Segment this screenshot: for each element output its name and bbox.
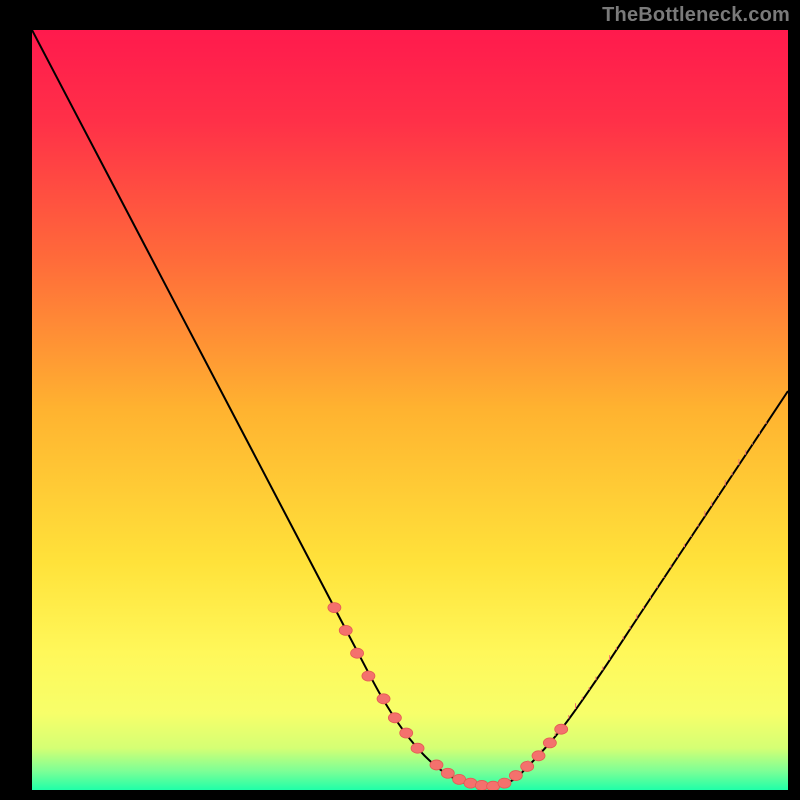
marker-point <box>430 760 443 770</box>
watermark-text: TheBottleneck.com <box>602 4 790 27</box>
marker-point <box>400 728 413 738</box>
plot-area <box>32 30 788 790</box>
marker-point <box>521 761 534 771</box>
marker-point <box>509 771 522 781</box>
bottleneck-chart-svg <box>32 30 788 790</box>
marker-point <box>441 768 454 778</box>
marker-point <box>543 738 556 748</box>
marker-point <box>351 648 364 658</box>
marker-point <box>498 778 511 788</box>
marker-point <box>532 751 545 761</box>
marker-point <box>362 671 375 681</box>
marker-point <box>328 603 341 613</box>
marker-point <box>464 778 477 788</box>
marker-point <box>339 625 352 635</box>
gradient-background <box>32 30 788 790</box>
marker-point <box>377 694 390 704</box>
marker-point <box>555 724 568 734</box>
chart-frame: TheBottleneck.com <box>0 0 800 800</box>
marker-point <box>388 713 401 723</box>
marker-point <box>411 743 424 753</box>
